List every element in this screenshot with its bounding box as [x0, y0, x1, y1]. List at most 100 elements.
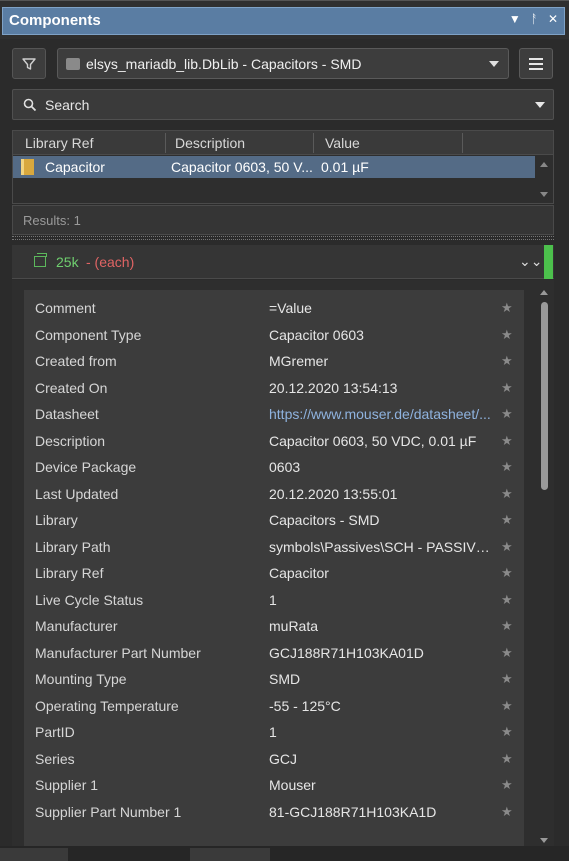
property-row[interactable]: Live Cycle Status 1 ★ — [24, 588, 524, 614]
unit-price: - (each) — [86, 254, 135, 270]
property-row[interactable]: Created from MGremer ★ — [24, 349, 524, 375]
property-name: Last Updated — [35, 485, 119, 502]
property-value: MGremer — [269, 353, 329, 369]
bottom-tab[interactable] — [190, 848, 270, 861]
property-value-link[interactable]: https://www.mouser.de/datasheet/... — [269, 406, 491, 422]
property-row[interactable]: Component Type Capacitor 0603 ★ — [24, 323, 524, 349]
property-name: Created On — [35, 379, 108, 396]
menu-button[interactable] — [519, 48, 553, 79]
scroll-down-icon[interactable] — [540, 838, 548, 843]
property-name: Datasheet — [35, 406, 99, 422]
property-name: Series — [35, 750, 75, 767]
star-icon[interactable]: ★ — [501, 353, 513, 369]
property-row[interactable]: Library Capacitors - SMD ★ — [24, 508, 524, 534]
toolbar: elsys_mariadb_lib.DbLib - Capacitors - S… — [0, 39, 569, 89]
property-name: Component Type — [35, 326, 142, 343]
cell-description: Capacitor 0603, 50 V... — [171, 159, 313, 175]
star-icon[interactable]: ★ — [501, 565, 513, 581]
scroll-thumb[interactable] — [541, 302, 548, 490]
property-row[interactable]: Manufacturer Part Number GCJ188R71H103KA0… — [24, 641, 524, 667]
property-value: 20.12.2020 13:55:01 — [269, 485, 398, 502]
property-value: GCJ188R71H103KA01D — [269, 644, 424, 661]
property-name: Library Path — [35, 538, 111, 555]
star-icon[interactable]: ★ — [501, 459, 513, 475]
search-box[interactable] — [12, 89, 554, 120]
bottom-tab[interactable] — [0, 848, 68, 861]
table-row[interactable]: Capacitor Capacitor 0603, 50 V... 0.01 µ… — [13, 156, 535, 178]
property-value: 1 — [269, 724, 277, 740]
property-value: 1 — [269, 591, 277, 608]
star-icon[interactable]: ★ — [501, 300, 513, 316]
property-row[interactable]: Created On 20.12.2020 13:54:13 ★ — [24, 376, 524, 402]
property-row[interactable]: Description Capacitor 0603, 50 VDC, 0.01 … — [24, 429, 524, 455]
component-icon — [21, 159, 34, 175]
table-scrollbar[interactable] — [536, 156, 553, 203]
scroll-up-icon[interactable] — [540, 162, 548, 167]
property-name: Mounting Type — [35, 671, 127, 687]
library-select[interactable]: elsys_mariadb_lib.DbLib - Capacitors - S… — [57, 48, 509, 79]
star-icon[interactable]: ★ — [501, 698, 513, 714]
filter-icon — [22, 57, 36, 70]
property-row[interactable]: Device Package 0603 ★ — [24, 455, 524, 481]
star-icon[interactable]: ★ — [501, 433, 513, 449]
column-header-value[interactable]: Value — [325, 135, 360, 151]
star-icon[interactable]: ★ — [501, 380, 513, 396]
property-row[interactable]: Comment =Value ★ — [24, 296, 524, 322]
dropdown-icon[interactable]: ▼ — [509, 12, 521, 26]
star-icon[interactable]: ★ — [501, 777, 513, 793]
property-name: Supplier 1 — [35, 777, 99, 793]
star-icon[interactable]: ★ — [501, 592, 513, 608]
property-name: Live Cycle Status — [35, 591, 144, 608]
property-row[interactable]: Series GCJ ★ — [24, 747, 524, 773]
property-value: symbols\Passives\SCH - PASSIVES -... — [269, 538, 497, 555]
close-icon[interactable]: ✕ — [548, 12, 558, 26]
supplier-summary: 25k - (each) ⌄⌄ — [12, 245, 554, 279]
star-icon[interactable]: ★ — [501, 751, 513, 767]
collapse-double-chevron-icon[interactable]: ⌄⌄ — [519, 253, 542, 270]
column-header-library-ref[interactable]: Library Ref — [25, 135, 93, 151]
column-header-description[interactable]: Description — [175, 135, 245, 151]
property-value: Mouser — [269, 777, 316, 793]
database-icon — [66, 57, 80, 70]
property-row[interactable]: Supplier Part Number 1 81-GCJ188R71H103KA… — [24, 800, 524, 826]
property-row[interactable]: PartID 1 ★ — [24, 720, 524, 746]
pane-splitter[interactable] — [12, 236, 554, 240]
hamburger-icon — [529, 57, 543, 60]
property-row[interactable]: Operating Temperature -55 - 125°C ★ — [24, 694, 524, 720]
star-icon[interactable]: ★ — [501, 724, 513, 740]
components-table: Library Ref Description Value Capacitor … — [12, 130, 554, 204]
property-row[interactable]: Mounting Type SMD ★ — [24, 667, 524, 693]
panel-controls: ▼ ᚨ ✕ — [509, 12, 558, 26]
property-value: SMD — [269, 671, 301, 687]
property-name: Created from — [35, 353, 117, 369]
search-history-chevron-icon[interactable] — [535, 102, 545, 108]
search-input[interactable] — [45, 96, 525, 113]
property-name: Manufacturer Part Number — [35, 644, 201, 661]
property-row[interactable]: Manufacturer muRata ★ — [24, 614, 524, 640]
star-icon[interactable]: ★ — [501, 671, 513, 687]
filter-button[interactable] — [12, 48, 46, 79]
property-value: 0603 — [269, 459, 301, 475]
cell-library-ref: Capacitor — [45, 159, 105, 175]
scroll-down-icon[interactable] — [540, 192, 548, 197]
star-icon[interactable]: ★ — [501, 512, 513, 528]
star-icon[interactable]: ★ — [501, 486, 513, 502]
panel-title: Components — [9, 12, 101, 29]
properties-scrollbar[interactable] — [539, 290, 551, 846]
property-row[interactable]: Datasheet https://www.mouser.de/datasheet… — [24, 402, 524, 428]
property-row[interactable]: Last Updated 20.12.2020 13:55:01 ★ — [24, 482, 524, 508]
star-icon[interactable]: ★ — [501, 618, 513, 634]
star-icon[interactable]: ★ — [501, 804, 513, 820]
star-icon[interactable]: ★ — [501, 539, 513, 555]
panel-titlebar: Components ▼ ᚨ ✕ — [0, 0, 569, 39]
scroll-up-icon[interactable] — [540, 290, 548, 295]
pin-icon[interactable]: ᚨ — [531, 12, 538, 26]
star-icon[interactable]: ★ — [501, 327, 513, 343]
panel-title-bar: Components ▼ ᚨ ✕ — [2, 7, 565, 35]
property-row[interactable]: Supplier 1 Mouser ★ — [24, 773, 524, 799]
cell-value: 0.01 µF — [321, 159, 369, 175]
star-icon[interactable]: ★ — [501, 645, 513, 661]
property-row[interactable]: Library Path symbols\Passives\SCH - PASSI… — [24, 535, 524, 561]
star-icon[interactable]: ★ — [501, 406, 513, 422]
property-row[interactable]: Library Ref Capacitor ★ — [24, 561, 524, 587]
